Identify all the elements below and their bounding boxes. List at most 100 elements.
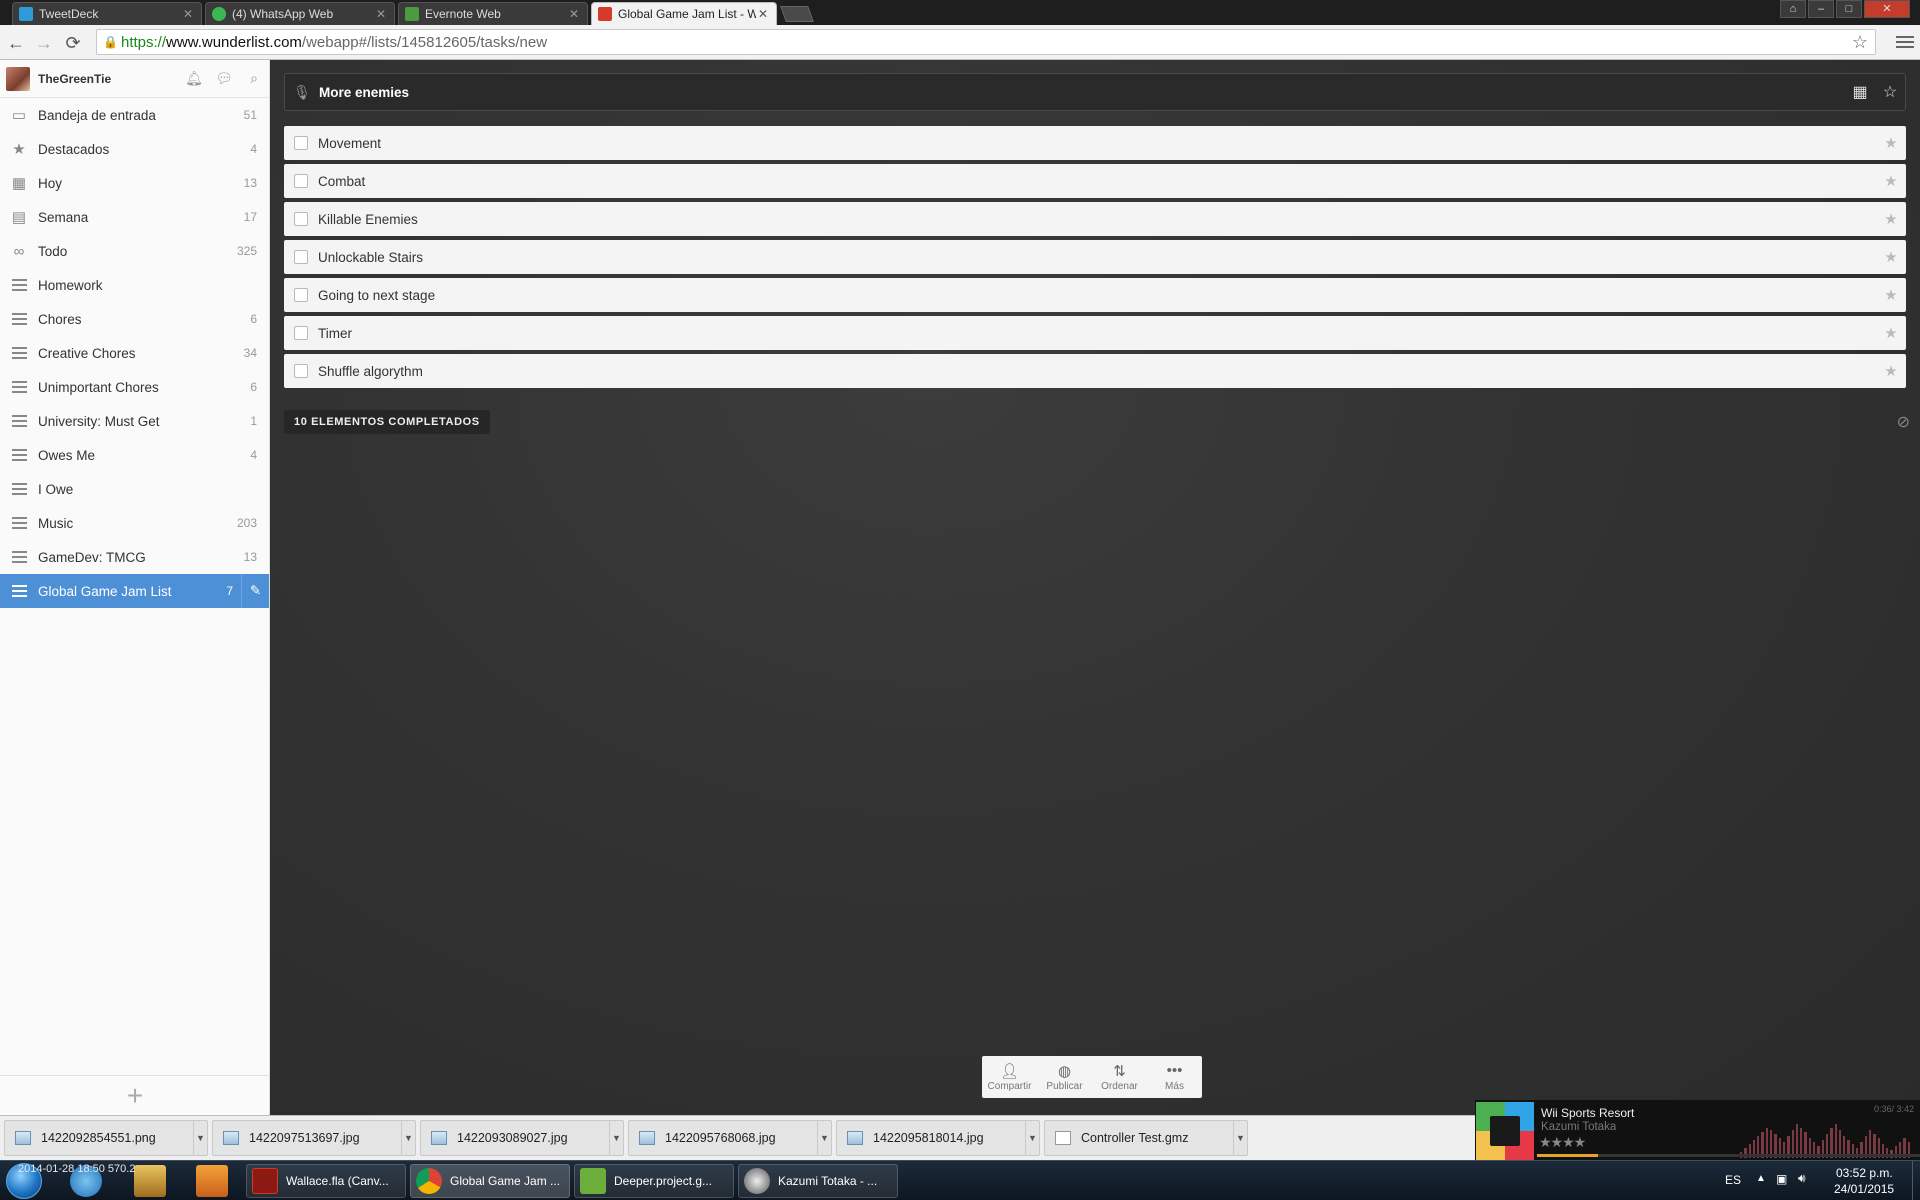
task-title[interactable]: Killable Enemies (318, 212, 1876, 227)
bookmark-star-icon[interactable]: ☆ (1845, 30, 1875, 56)
avatar[interactable] (6, 66, 30, 91)
window-close-button[interactable]: ✕ (1864, 0, 1910, 18)
taskbar-app-flash[interactable]: Wallace.fla (Canv... (246, 1164, 406, 1198)
star-icon[interactable]: ★ (1876, 134, 1906, 152)
sidebar-item[interactable]: Creative Chores 34 (0, 336, 269, 370)
chevron-down-icon[interactable]: ▼ (817, 1120, 831, 1156)
star-icon[interactable]: ★ (1876, 324, 1906, 342)
task-title[interactable]: Combat (318, 174, 1876, 189)
sidebar-item[interactable]: ∞ Todo 325 (0, 234, 269, 268)
language-indicator[interactable]: ES (1725, 1173, 1741, 1187)
download-item[interactable]: 1422095768068.jpg ▼ (628, 1120, 832, 1156)
show-desktop-button[interactable] (1912, 1161, 1920, 1200)
clock-time[interactable]: 03:52 p.m. (1836, 1166, 1893, 1180)
search-icon[interactable]: ⌕ (239, 60, 269, 98)
task-checkbox[interactable] (294, 136, 308, 150)
eye-slash-icon[interactable]: ⊘ (1897, 412, 1910, 432)
sidebar-item[interactable]: Unimportant Chores 6 (0, 370, 269, 404)
clock-date[interactable]: 24/01/2015 (1834, 1182, 1894, 1196)
forward-button[interactable]: → (33, 32, 55, 54)
new-tab-button[interactable] (780, 6, 814, 22)
song-rating[interactable]: ★★★★ (1539, 1134, 1586, 1151)
star-icon[interactable]: ★ (1876, 286, 1906, 304)
minimize-button[interactable]: – (1808, 0, 1834, 18)
sidebar-item[interactable]: University: Must Get 1 (0, 404, 269, 438)
task-checkbox[interactable] (294, 250, 308, 264)
bell-icon[interactable]: 🔔︎ (179, 60, 209, 98)
media-player-icon[interactable] (196, 1165, 228, 1197)
task-item[interactable]: Going to next stage ★ (284, 278, 1906, 312)
sort-button[interactable]: ⇅ Ordenar (1092, 1056, 1147, 1098)
chevron-up-icon[interactable]: ▲ (1756, 1173, 1766, 1184)
task-checkbox[interactable] (294, 174, 308, 188)
chevron-down-icon[interactable]: ▼ (1025, 1120, 1039, 1156)
sidebar-item[interactable]: Global Game Jam List 7 ✎ (0, 574, 269, 608)
task-title[interactable]: Timer (318, 326, 1876, 341)
task-item[interactable]: Shuffle algorythm ★ (284, 354, 1906, 388)
task-checkbox[interactable] (294, 364, 308, 378)
task-title[interactable]: Movement (318, 136, 1876, 151)
sidebar-item[interactable]: Owes Me 4 (0, 438, 269, 472)
music-player-widget[interactable]: Wii Sports Resort Kazumi Totaka ★★★★ 0:3… (1475, 1100, 1920, 1160)
browser-menu-icon[interactable] (1896, 33, 1914, 51)
tab-wunderlist[interactable]: Global Game Jam List - W ✕ (591, 2, 777, 25)
download-item[interactable]: Controller Test.gmz ▼ (1044, 1120, 1248, 1156)
star-icon[interactable]: ☆ (1875, 82, 1905, 102)
comment-icon[interactable]: 💬︎ (209, 60, 239, 98)
microphone-icon[interactable]: 🎙︎ (285, 84, 319, 101)
chevron-down-icon[interactable]: ▼ (609, 1120, 623, 1156)
sidebar-item[interactable]: I Owe (0, 472, 269, 506)
taskbar-app-gamemaker[interactable]: Deeper.project.g... (574, 1164, 734, 1198)
task-title[interactable]: Going to next stage (318, 288, 1876, 303)
star-icon[interactable]: ★ (1876, 248, 1906, 266)
close-icon[interactable]: ✕ (567, 7, 581, 21)
star-icon[interactable]: ★ (1876, 362, 1906, 380)
task-title[interactable]: Shuffle algorythm (318, 364, 1876, 379)
sidebar-item[interactable]: Music 203 (0, 506, 269, 540)
address-bar[interactable]: 🔒 https:// www.wunderlist.com /webapp#/l… (96, 29, 1876, 55)
task-item[interactable]: Unlockable Stairs ★ (284, 240, 1906, 274)
publish-button[interactable]: ◍ Publicar (1037, 1056, 1092, 1098)
sidebar-item[interactable]: ▤ Semana 17 (0, 200, 269, 234)
download-item[interactable]: 1422092854551.png ▼ (4, 1120, 208, 1156)
task-item[interactable]: Combat ★ (284, 164, 1906, 198)
task-title[interactable]: Unlockable Stairs (318, 250, 1876, 265)
user-icon[interactable]: ⌂ (1780, 0, 1806, 18)
download-item[interactable]: 1422097513697.jpg ▼ (212, 1120, 416, 1156)
show-completed-button[interactable]: 10 ELEMENTOS COMPLETADOS (284, 410, 490, 434)
maximize-button[interactable]: □ (1836, 0, 1862, 18)
add-task-input[interactable] (319, 84, 1845, 100)
sidebar-item[interactable]: Chores 6 (0, 302, 269, 336)
download-item[interactable]: 1422093089027.jpg ▼ (420, 1120, 624, 1156)
taskbar-app-chrome[interactable]: Global Game Jam ... (410, 1164, 570, 1198)
task-item[interactable]: Timer ★ (284, 316, 1906, 350)
close-icon[interactable]: ✕ (181, 7, 195, 21)
taskbar-app-music[interactable]: Kazumi Totaka - ... (738, 1164, 898, 1198)
close-icon[interactable]: ✕ (756, 7, 770, 21)
edit-pencil-icon[interactable]: ✎ (241, 574, 269, 608)
chevron-down-icon[interactable]: ▼ (401, 1120, 415, 1156)
star-icon[interactable]: ★ (1876, 210, 1906, 228)
sidebar-item[interactable]: ▭ Bandeja de entrada 51 (0, 98, 269, 132)
song-progress-bar[interactable] (1537, 1154, 1920, 1157)
volume-icon[interactable]: 🔊︎ (1798, 1171, 1806, 1186)
task-item[interactable]: Movement ★ (284, 126, 1906, 160)
bus-app-icon[interactable] (134, 1165, 166, 1197)
close-icon[interactable]: ✕ (374, 7, 388, 21)
tab-tweetdeck[interactable]: TweetDeck ✕ (12, 2, 202, 25)
back-button[interactable]: ← (5, 32, 27, 54)
sidebar-item[interactable]: Homework (0, 268, 269, 302)
chevron-down-icon[interactable]: ▼ (193, 1120, 207, 1156)
reload-button[interactable]: ⟳ (62, 32, 84, 54)
more-button[interactable]: ••• Más (1147, 1056, 1202, 1098)
task-checkbox[interactable] (294, 212, 308, 226)
chevron-down-icon[interactable]: ▼ (1233, 1120, 1247, 1156)
sidebar-item[interactable]: GameDev: TMCG 13 (0, 540, 269, 574)
task-item[interactable]: Killable Enemies ★ (284, 202, 1906, 236)
share-button[interactable]: 👤︎ Compartir (982, 1056, 1037, 1098)
network-icon[interactable]: ▣ (1776, 1172, 1787, 1186)
add-list-button[interactable]: + (0, 1075, 270, 1115)
calendar-icon[interactable]: ▦ (1845, 82, 1875, 102)
star-icon[interactable]: ★ (1876, 172, 1906, 190)
tab-whatsapp[interactable]: (4) WhatsApp Web ✕ (205, 2, 395, 25)
